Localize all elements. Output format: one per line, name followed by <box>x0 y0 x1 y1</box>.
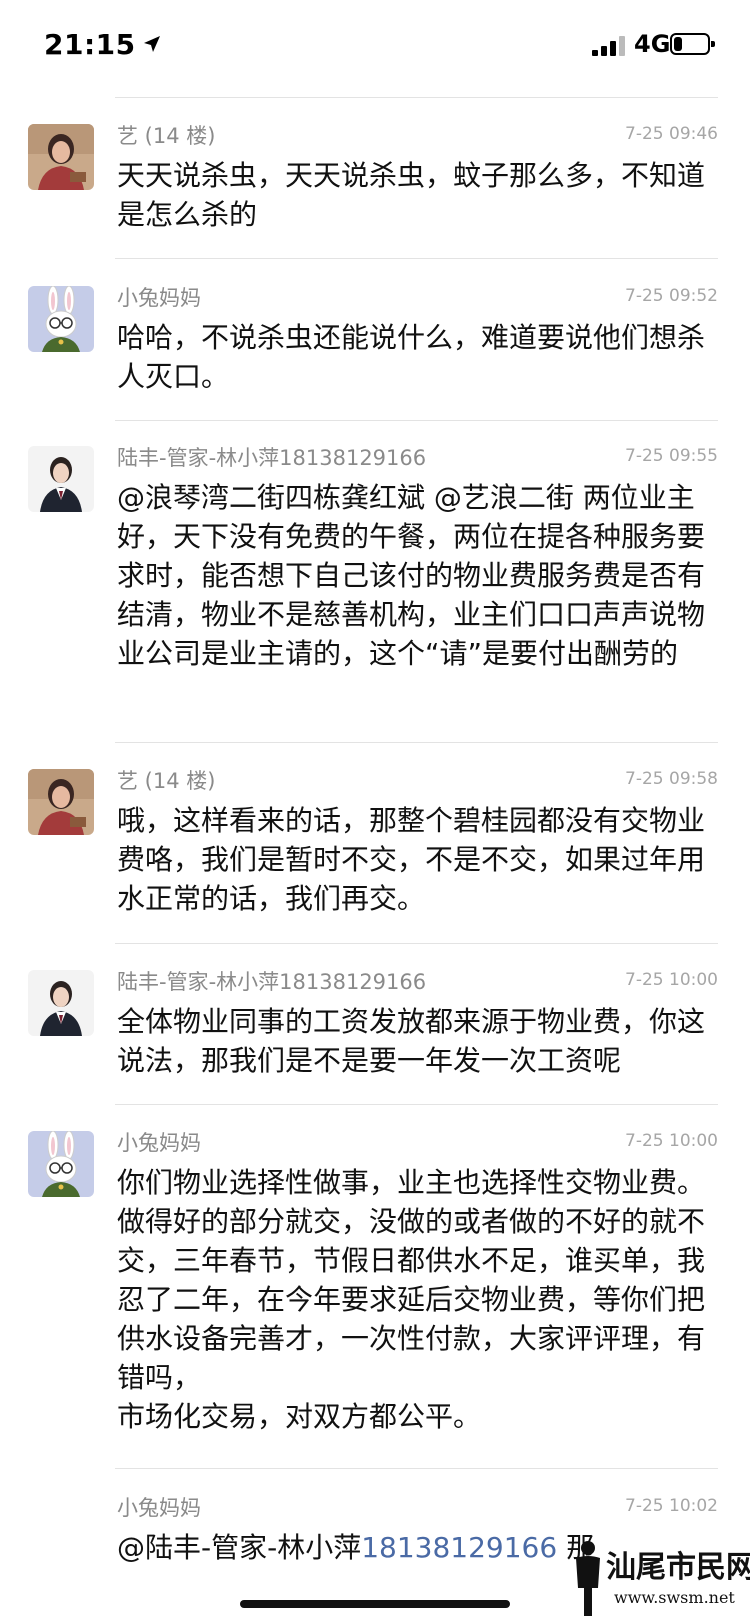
divider <box>115 1104 718 1105</box>
post-time: 7-25 10:00 <box>625 1131 718 1151</box>
battery-fill <box>674 37 682 51</box>
comment-text: @浪琴湾二街四栋龚红斌 @艺浪二街 两位业主好，天下没有免费的午餐，两位在提各种… <box>117 481 706 670</box>
comment-text: 哈哈，不说杀虫还能说什么，难道要说他们想杀人灭口。 <box>117 321 706 393</box>
comment-text: 你们物业选择性做事，业主也选择性交物业费。做得好的部分就交，没做的或者做的不好的… <box>117 1166 706 1433</box>
status-bar: 21:15 4G <box>0 0 750 92</box>
divider <box>115 420 718 421</box>
author-name[interactable]: 小兔妈妈 <box>117 1492 201 1522</box>
author-name[interactable]: 艺 (14 楼) <box>117 120 215 150</box>
divider <box>115 742 718 743</box>
status-time: 21:15 <box>44 28 162 61</box>
comment-text: 哦，这样看来的话，那整个碧桂园都没有交物业费咯，我们是暂时不交，不是不交，如果过… <box>117 804 706 915</box>
post-time: 7-25 09:46 <box>625 124 718 144</box>
watermark-logo: 汕尾市民网 www.swsm.net <box>568 1538 750 1620</box>
divider <box>115 1468 718 1469</box>
post-time: 7-25 09:58 <box>625 769 718 789</box>
avatar[interactable] <box>28 1131 94 1197</box>
post-time: 7-25 10:00 <box>625 970 718 990</box>
location-arrow-icon <box>142 34 162 60</box>
cellular-signal-icon <box>592 36 626 56</box>
divider <box>115 258 718 259</box>
silhouette-icon <box>576 1541 600 1616</box>
avatar[interactable] <box>28 446 94 512</box>
watermark-url: www.swsm.net <box>614 1588 735 1607</box>
author-name[interactable]: 小兔妈妈 <box>117 1127 201 1157</box>
comment-text: 全体物业同事的工资发放都来源于物业费，你这说法，那我们是不是要一年发一次工资呢 <box>117 1005 706 1077</box>
avatar[interactable] <box>28 769 94 835</box>
comment-text: 天天说杀虫，天天说杀虫，蚊子那么多，不知道是怎么杀的 <box>117 159 706 231</box>
author-name[interactable]: 陆丰-管家-林小萍18138129166 <box>117 442 426 472</box>
status-time-text: 21:15 <box>44 28 136 61</box>
battery-icon <box>670 33 715 55</box>
post-time: 7-25 09:52 <box>625 286 718 306</box>
avatar[interactable] <box>28 124 94 190</box>
author-name[interactable]: 陆丰-管家-林小萍18138129166 <box>117 966 426 996</box>
avatar[interactable] <box>28 970 94 1036</box>
divider <box>115 97 718 98</box>
author-name[interactable]: 艺 (14 楼) <box>117 765 215 795</box>
divider <box>115 943 718 944</box>
post-time: 7-25 09:55 <box>625 446 718 466</box>
mention-link[interactable]: @陆丰-管家-林小萍 <box>117 1531 361 1564</box>
avatar[interactable] <box>28 286 94 352</box>
phone-number-link[interactable]: 18138129166 <box>361 1531 557 1564</box>
author-name[interactable]: 小兔妈妈 <box>117 282 201 312</box>
post-time: 7-25 10:02 <box>625 1496 718 1516</box>
watermark-brand: 汕尾市民网 <box>606 1550 750 1585</box>
network-type: 4G <box>634 30 671 58</box>
home-indicator[interactable] <box>240 1600 510 1608</box>
